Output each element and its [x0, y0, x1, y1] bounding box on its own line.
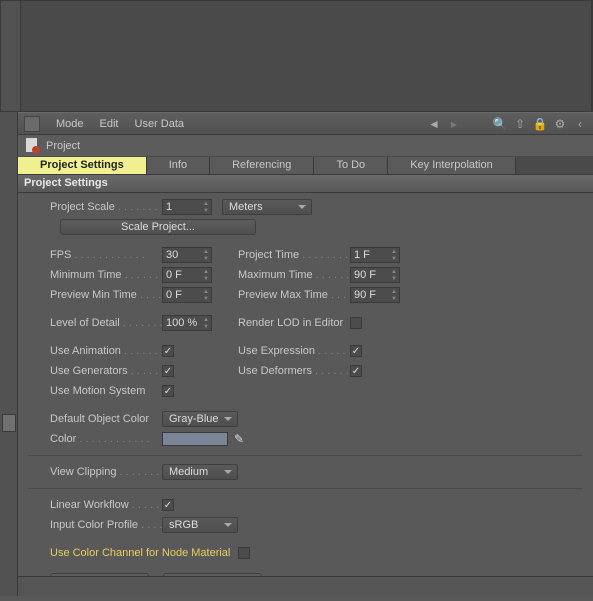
tab-referencing[interactable]: Referencing — [210, 157, 314, 174]
use-motion-label: Use Motion System — [50, 385, 162, 397]
max-time-field[interactable]: 90 F▲▼ — [350, 267, 400, 283]
breadcrumb: Project — [18, 135, 593, 157]
min-time-label: Minimum Time — [50, 269, 162, 281]
input-profile-label: Input Color Profile — [50, 519, 162, 531]
bottom-strip — [18, 576, 593, 596]
menu-edit[interactable]: Edit — [92, 118, 127, 130]
color-swatch[interactable] — [162, 432, 228, 446]
linear-wf-checkbox[interactable]: ✓ — [162, 499, 174, 511]
render-lod-checkbox[interactable] — [350, 317, 362, 329]
preview-min-label: Preview Min Time — [50, 289, 162, 301]
fps-label: FPS — [50, 249, 162, 261]
use-animation-label: Use Animation — [50, 345, 162, 357]
use-deformers-label: Use Deformers — [238, 365, 350, 377]
max-time-label: Maximum Time — [238, 269, 350, 281]
linear-wf-label: Linear Workflow — [50, 499, 162, 511]
project-scale-field[interactable]: 1▲▼ — [162, 199, 212, 215]
tab-todo[interactable]: To Do — [314, 157, 388, 174]
gear-icon[interactable]: ⚙ — [553, 117, 567, 131]
tabs: Project Settings Info Referencing To Do … — [18, 157, 593, 175]
viewport-region — [0, 0, 593, 112]
project-time-field[interactable]: 1 F▲▼ — [350, 247, 400, 263]
scale-project-button[interactable]: Scale Project... — [60, 219, 256, 235]
up-arrow-icon[interactable]: ⇧ — [513, 117, 527, 131]
use-deformers-checkbox[interactable]: ✓ — [350, 365, 362, 377]
viewport-left-gutter — [1, 1, 21, 111]
use-motion-checkbox[interactable]: ✓ — [162, 385, 174, 397]
use-generators-checkbox[interactable]: ✓ — [162, 365, 174, 377]
menu-mode[interactable]: Mode — [48, 118, 92, 130]
tab-project-settings[interactable]: Project Settings — [18, 157, 147, 174]
input-profile-dropdown[interactable]: sRGB — [162, 517, 238, 533]
view-clipping-label: View Clipping — [50, 466, 162, 478]
attribute-manager-panel: Mode Edit User Data ◄ ▸ 🔍 ⇧ 🔒 ⚙ ‹ Projec… — [18, 112, 593, 601]
project-time-label: Project Time — [238, 249, 350, 261]
project-scale-label: Project Scale — [50, 201, 162, 213]
preview-min-field[interactable]: 0 F▲▼ — [162, 287, 212, 303]
project-scale-units-dropdown[interactable]: Meters — [222, 199, 312, 215]
view-clipping-dropdown[interactable]: Medium — [162, 464, 238, 480]
left-rail — [0, 112, 18, 596]
default-color-dropdown[interactable]: Gray-Blue — [162, 411, 238, 427]
preview-max-label: Preview Max Time — [238, 289, 350, 301]
settings-content: Project Scale 1▲▼ Meters Scale Project..… — [18, 193, 593, 601]
search-icon[interactable]: 🔍 — [493, 117, 507, 131]
viewport-main[interactable] — [21, 1, 592, 111]
lod-label: Level of Detail — [50, 317, 162, 329]
nav-fwd-icon[interactable]: ▸ — [447, 117, 461, 131]
default-color-label: Default Object Color — [50, 413, 162, 425]
chevron-left-icon[interactable]: ‹ — [573, 117, 587, 131]
rail-thumb-icon[interactable] — [2, 414, 16, 432]
min-time-field[interactable]: 0 F▲▼ — [162, 267, 212, 283]
tab-key-interpolation[interactable]: Key Interpolation — [388, 157, 516, 174]
menu-userdata[interactable]: User Data — [127, 118, 193, 130]
use-expression-label: Use Expression — [238, 345, 350, 357]
lock-icon[interactable]: 🔒 — [533, 117, 547, 131]
use-expression-checkbox[interactable]: ✓ — [350, 345, 362, 357]
color-picker-icon[interactable]: ✎ — [234, 432, 244, 446]
preview-max-field[interactable]: 90 F▲▼ — [350, 287, 400, 303]
color-label: Color — [50, 433, 162, 445]
tab-info[interactable]: Info — [147, 157, 210, 174]
project-icon — [24, 138, 40, 154]
panel-icon[interactable] — [24, 116, 40, 132]
use-generators-label: Use Generators — [50, 365, 162, 377]
lod-field[interactable]: 100 %▲▼ — [162, 315, 212, 331]
color-channel-label: Use Color Channel for Node Material — [50, 547, 230, 559]
render-lod-label: Render LOD in Editor — [238, 317, 350, 329]
use-animation-checkbox[interactable]: ✓ — [162, 345, 174, 357]
fps-field[interactable]: 30▲▼ — [162, 247, 212, 263]
section-header: Project Settings — [18, 175, 593, 193]
menubar: Mode Edit User Data ◄ ▸ 🔍 ⇧ 🔒 ⚙ ‹ — [18, 113, 593, 135]
color-channel-checkbox[interactable] — [238, 547, 250, 559]
breadcrumb-title: Project — [46, 140, 80, 152]
nav-back-icon[interactable]: ◄ — [427, 117, 441, 131]
